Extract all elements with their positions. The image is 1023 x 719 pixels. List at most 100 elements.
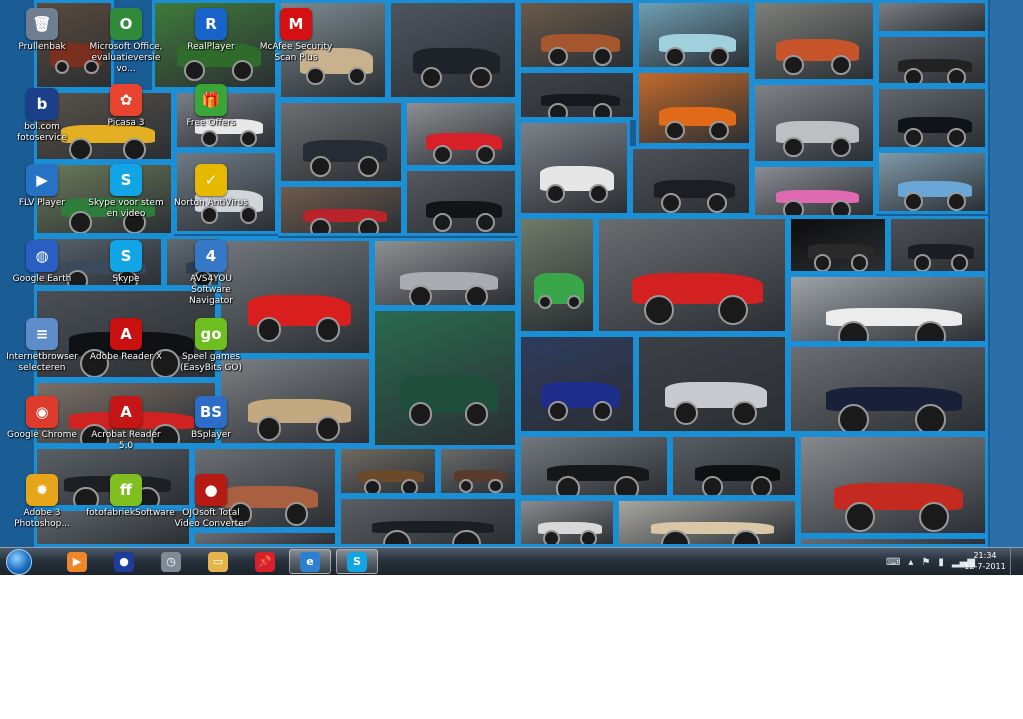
wheel-shape (783, 54, 804, 76)
wheel-shape (420, 66, 443, 89)
taskbar-button-internet-explorer[interactable]: e (289, 549, 331, 574)
wheel-shape (851, 254, 869, 271)
wheel-shape (751, 476, 773, 495)
desktop-icon-label: Adobe Reader X (89, 352, 163, 362)
start-button[interactable] (4, 548, 34, 575)
car-photo-tile (888, 216, 988, 274)
desktop-icon-recycle-bin[interactable]: 🗑 Prullenbak (2, 8, 82, 53)
desktop-icon-norton[interactable]: ✓ Norton AntiVirus (171, 164, 251, 209)
taskbar-clock[interactable]: 21:34 12-7-2011 (963, 550, 1007, 572)
wheel-shape (588, 184, 608, 204)
gift-icon: 🎁 (195, 84, 227, 116)
show-desktop-button[interactable] (1010, 548, 1023, 575)
desktop-icon-bsplayer[interactable]: BS BSplayer (171, 396, 251, 441)
desktop-icon-skype[interactable]: S Skype voor stem en video (86, 164, 166, 220)
battery-icon[interactable]: ▮ (938, 557, 944, 568)
browser-select-icon: ≡ (26, 318, 58, 350)
wallpaper-edge (990, 0, 1023, 547)
wheel-shape (837, 404, 869, 431)
wheel-shape (674, 400, 699, 426)
taskbar-button-skype[interactable]: S (336, 549, 378, 574)
system-tray: ⌨ ▴ ⚑ ▮ ▂▄▆ (886, 552, 975, 572)
tray-expand-icon[interactable]: ▴ (908, 557, 913, 568)
car-photo-tile (518, 334, 636, 434)
taskbar-button-pin-tool[interactable]: 📌 (244, 549, 286, 574)
office-icon: O (110, 8, 142, 40)
wheel-shape (718, 295, 749, 326)
flv-player-icon: ▶ (26, 164, 58, 196)
car-photo-tile (518, 434, 670, 498)
desktop-icon-label: AVS4YOU Software Navigator (188, 274, 234, 306)
clock-gadget-icon: ◷ (161, 551, 181, 572)
wheel-shape (951, 254, 969, 271)
avs-navigator-icon: 4 (195, 240, 227, 272)
desktop-icon-google-earth[interactable]: ◍ Google Earth (2, 240, 82, 285)
wheel-shape (408, 402, 433, 426)
wheel-shape (783, 136, 804, 158)
wheel-shape (464, 402, 489, 426)
car-photo-tile (518, 120, 630, 216)
desktop-icon-realplayer[interactable]: R RealPlayer (171, 8, 251, 53)
wheel-shape (315, 317, 341, 342)
desktop-icon-gift[interactable]: 🎁 Free Offers (171, 84, 251, 129)
wheel-shape (256, 317, 282, 342)
realplayer-icon: R (195, 8, 227, 40)
desktop-icon-picasa[interactable]: ✿ Picasa 3 (86, 84, 166, 129)
car-photo-tile (788, 216, 888, 274)
desktop-icon-easybits-go[interactable]: go Speel games (EasyBits GO) (171, 318, 251, 374)
taskbar-button-media-center[interactable]: ● (103, 549, 145, 574)
clock-time: 21:34 (973, 551, 997, 560)
wheel-shape (183, 60, 205, 81)
desktop-icon-label: Acrobat Reader 5.0 (91, 430, 161, 451)
wheel-shape (401, 478, 419, 493)
desktop-icon-office[interactable]: O Microsoft Office, evaluatieversie vo... (86, 8, 166, 75)
ojosoft-icon: ● (195, 474, 227, 506)
wheel-shape (556, 476, 581, 495)
car-photo-tile (636, 0, 752, 70)
wheel-shape (305, 66, 325, 86)
wheel-shape (732, 400, 757, 426)
pushpin-icon: 📌 (255, 551, 275, 572)
wheel-shape (918, 502, 949, 533)
car-photo-tile (788, 344, 988, 434)
wheel-shape (813, 254, 831, 271)
desktop-icon-avs-navigator[interactable]: 4 AVS4YOU Software Navigator (171, 240, 251, 307)
wheel-shape (845, 502, 875, 533)
desktop-icon-bolcom[interactable]: b bol.com fotoservice (2, 88, 82, 144)
fotofabriek-icon: ff (110, 474, 142, 506)
desktop-icon-label: fotofabriekSoftware (86, 508, 175, 518)
picasa-icon: ✿ (110, 84, 142, 116)
desktop-icon-flv-player[interactable]: ▶ FLV Player (2, 164, 82, 209)
wheel-shape (347, 66, 367, 86)
desktop-icon-mcafee[interactable]: M McAfee Security Scan Plus (256, 8, 336, 64)
desktop-icon-browser-select[interactable]: ≡ Internetbrowser selecteren (2, 318, 82, 374)
action-center-flag-icon[interactable]: ⚑ (921, 557, 930, 568)
taskbar-button-explorer[interactable]: ▭ (197, 549, 239, 574)
photoshop-album-icon: ✹ (26, 474, 58, 506)
wheel-shape (904, 192, 924, 211)
desktop-icon-ojosoft[interactable]: ● OJOsoft Total Video Converter (171, 474, 251, 530)
wheel-shape (476, 145, 496, 165)
wheel-shape (709, 46, 729, 66)
desktop-icon-label: Speel games (EasyBits GO) (179, 352, 243, 373)
desktop-icon-label: Google Earth (12, 274, 72, 284)
car-photo-tile (404, 100, 518, 168)
wheel-shape (122, 137, 146, 159)
wheel-shape (904, 68, 924, 83)
desktop-icon-photoshop-album[interactable]: ✹ Adobe 3 Photoshop... (2, 474, 82, 530)
wheel-shape (363, 478, 381, 493)
desktop-icon-adobe-reader[interactable]: A Adobe Reader X (86, 318, 166, 363)
keyboard-icon[interactable]: ⌨ (886, 557, 900, 568)
wheel-shape (432, 145, 453, 165)
desktop-icon-chrome[interactable]: ◉ Google Chrome (2, 396, 82, 441)
wheel-shape (357, 156, 379, 177)
taskbar-button-media-player[interactable]: ▶ (56, 549, 98, 574)
taskbar-button-clock-gadget[interactable]: ◷ (150, 549, 192, 574)
desktop-icon-acrobat[interactable]: A Acrobat Reader 5.0 (86, 396, 166, 452)
mcafee-icon: M (280, 8, 312, 40)
desktop-icon-fotofabriek[interactable]: ff fotofabriekSoftware (86, 474, 175, 519)
clock-date: 12-7-2011 (964, 562, 1006, 571)
skype-icon: S (110, 240, 142, 272)
wheel-shape (470, 66, 492, 89)
desktop-icon-skype[interactable]: S Skype (86, 240, 166, 285)
